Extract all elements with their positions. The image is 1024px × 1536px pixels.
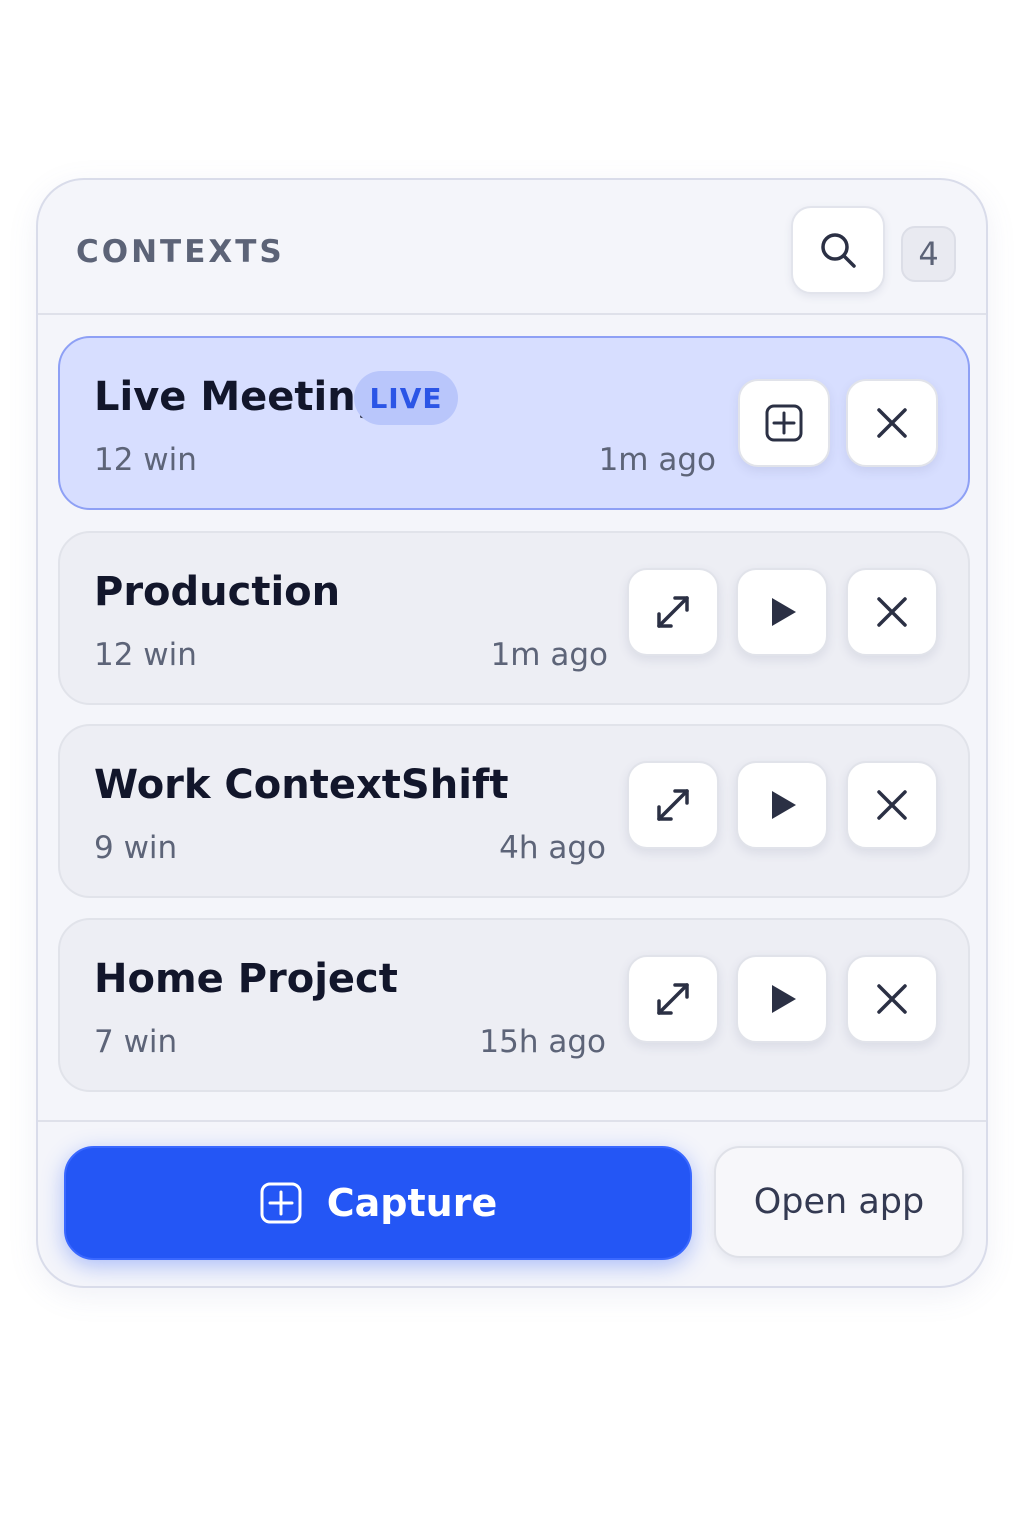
last-active-time: 1m ago — [490, 637, 608, 673]
expand-button[interactable] — [627, 955, 719, 1043]
add-window-button[interactable] — [738, 379, 830, 467]
capture-label: Capture — [326, 1181, 498, 1225]
context-name: Work ContextShift — [94, 762, 509, 808]
live-badge: LIVE — [354, 371, 458, 425]
add-icon — [260, 1182, 302, 1224]
capture-button[interactable]: Capture — [64, 1146, 692, 1260]
expand-button[interactable] — [627, 568, 719, 656]
close-icon — [877, 790, 907, 820]
last-active-time: 4h ago — [499, 830, 606, 866]
close-icon — [877, 984, 907, 1014]
close-icon — [877, 408, 907, 438]
close-context-button[interactable] — [846, 568, 938, 656]
expand-icon — [657, 983, 689, 1015]
context-name: Production — [94, 569, 341, 615]
contexts-panel: CONTEXTS 4 Live Meeting LIVE 12 win 1m a… — [36, 178, 988, 1288]
panel-title: CONTEXTS — [76, 234, 285, 270]
play-button[interactable] — [736, 568, 828, 656]
play-icon — [772, 985, 796, 1013]
context-name: Home Project — [94, 956, 398, 1002]
play-icon — [772, 598, 796, 626]
close-icon — [877, 597, 907, 627]
context-name: Live Meeting — [94, 374, 385, 420]
search-button[interactable] — [791, 206, 885, 294]
window-count: 9 win — [94, 830, 178, 866]
context-card-home-project[interactable]: Home Project 7 win 15h ago — [58, 918, 970, 1092]
open-app-button[interactable]: Open app — [714, 1146, 964, 1258]
expand-button[interactable] — [627, 761, 719, 849]
panel-header: CONTEXTS 4 — [38, 180, 986, 315]
context-card-live-meeting[interactable]: Live Meeting LIVE 12 win 1m ago — [58, 336, 970, 510]
play-button[interactable] — [736, 761, 828, 849]
last-active-time: 1m ago — [598, 442, 716, 478]
close-context-button[interactable] — [846, 955, 938, 1043]
add-icon — [765, 404, 803, 442]
last-active-time: 15h ago — [479, 1024, 606, 1060]
play-button[interactable] — [736, 955, 828, 1043]
close-context-button[interactable] — [846, 761, 938, 849]
window-count: 12 win — [94, 442, 197, 478]
expand-icon — [657, 789, 689, 821]
search-icon — [821, 233, 856, 268]
window-count: 7 win — [94, 1024, 178, 1060]
context-count-badge: 4 — [901, 226, 956, 282]
close-context-button[interactable] — [846, 379, 938, 467]
window-count: 12 win — [94, 637, 197, 673]
play-icon — [772, 791, 796, 819]
expand-icon — [657, 596, 689, 628]
footer-divider — [38, 1120, 986, 1122]
context-card-work-contextshift[interactable]: Work ContextShift 9 win 4h ago — [58, 724, 970, 898]
context-card-production[interactable]: Production 12 win 1m ago — [58, 531, 970, 705]
